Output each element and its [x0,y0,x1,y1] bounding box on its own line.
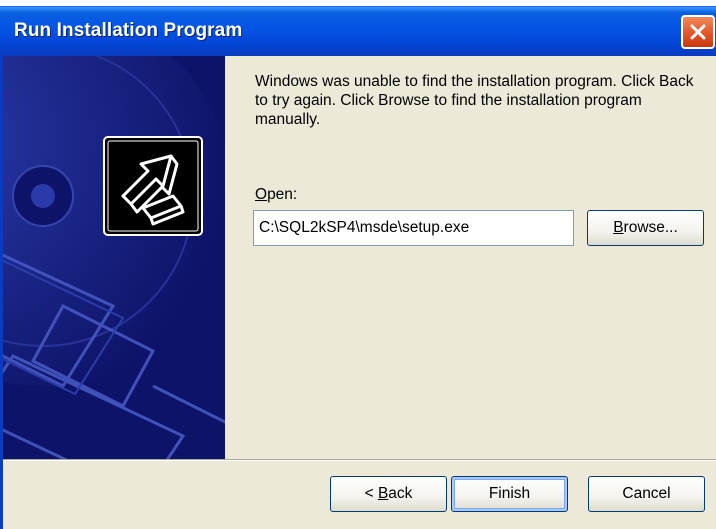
back-button[interactable]: < Back [330,476,447,512]
back-label: ack [388,485,413,502]
browse-label: rowse... [623,219,678,236]
back-prefix: < [364,485,378,502]
error-message: Windows was unable to find the installat… [255,73,694,128]
footer-separator [0,459,716,461]
window-title: Run Installation Program [14,20,243,41]
open-path-input[interactable] [253,210,574,246]
cd-disc-graphic [3,56,225,459]
open-label: Open: [255,186,297,204]
browse-button[interactable]: Browse... [587,210,704,246]
open-access-key: O [255,186,268,203]
setup-arrow-icon [103,136,203,236]
finish-label: Finish [488,485,531,502]
back-access-key: B [377,485,389,502]
run-installation-dialog: Run Installation Program Windows was una… [0,6,716,529]
finish-button[interactable]: Finish [451,476,568,512]
window-left-border [0,56,3,529]
close-icon [690,24,706,40]
cancel-button[interactable]: Cancel [588,476,705,512]
cancel-label: Cancel [622,485,671,502]
title-bar[interactable]: Run Installation Program [0,6,716,56]
close-button[interactable] [681,15,715,49]
wizard-content: Windows was unable to find the installat… [225,56,716,459]
open-label-text: pen: [267,186,298,203]
browse-access-key: B [613,219,624,236]
wizard-side-banner [0,56,225,459]
